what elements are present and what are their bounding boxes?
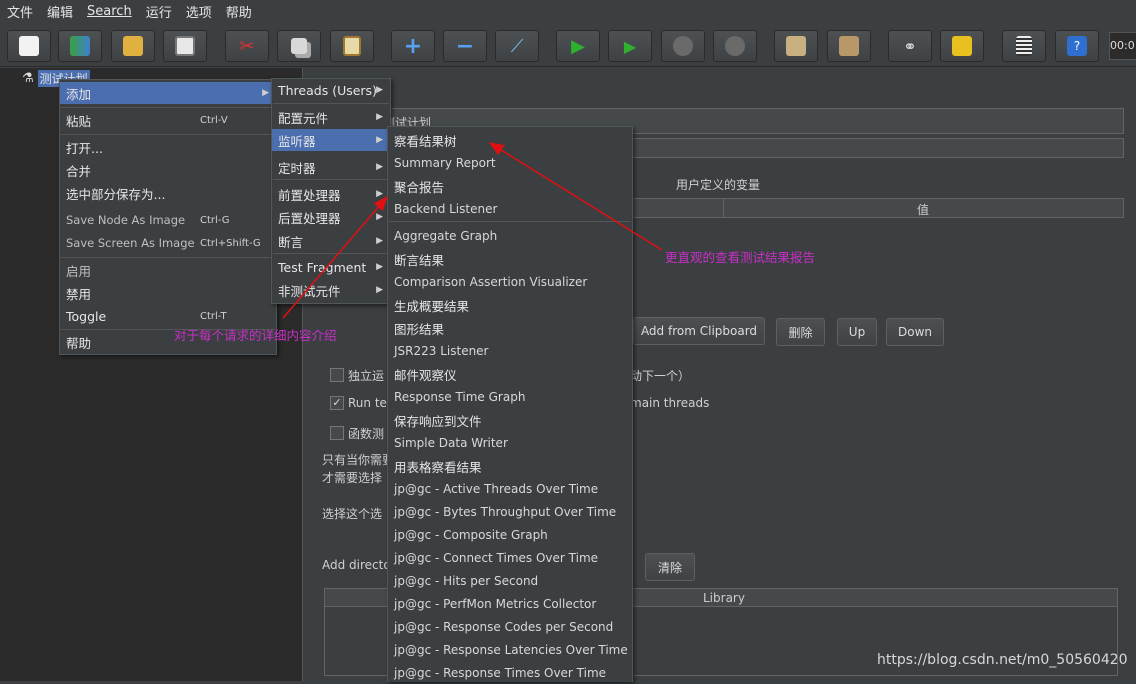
watermark: https://blog.csdn.net/m0_50560420 bbox=[877, 652, 1128, 668]
arrow-to-aggregate-report bbox=[282, 195, 388, 319]
annotation-arrows bbox=[282, 142, 663, 319]
annotation-report: 更直观的查看测试结果报告 bbox=[665, 250, 816, 265]
annotation-detail: 对于每个请求的详细内容介绍 bbox=[174, 328, 337, 343]
arrow-to-view-results-tree bbox=[488, 142, 663, 251]
